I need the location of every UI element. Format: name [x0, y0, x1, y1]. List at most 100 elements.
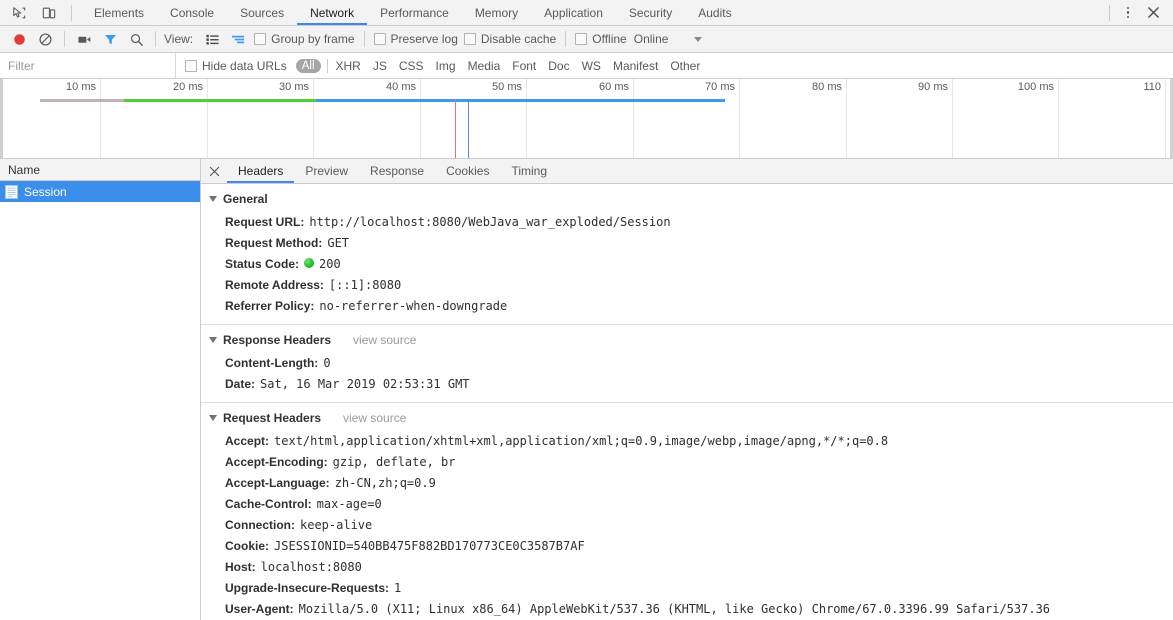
header-name: Request Method:	[225, 235, 323, 250]
overview-left-handle[interactable]	[0, 79, 3, 158]
section-header[interactable]: Request Headers view source	[201, 407, 1173, 430]
tab-memory[interactable]: Memory	[462, 0, 531, 25]
filter-type-other[interactable]: Other	[664, 59, 706, 73]
device-toolbar-icon[interactable]	[36, 1, 62, 25]
toolbar-divider-2	[155, 31, 156, 47]
filter-icon[interactable]	[97, 27, 123, 51]
tab-audits[interactable]: Audits	[685, 0, 744, 25]
record-icon[interactable]	[6, 27, 32, 51]
header-row: Request Method: GET	[201, 232, 1173, 253]
filter-type-img[interactable]: Img	[430, 59, 462, 73]
header-row: Accept-Encoding: gzip, deflate, br	[201, 451, 1173, 472]
disable-cache-box	[463, 33, 476, 45]
close-icon[interactable]	[201, 159, 227, 183]
devtools-window: Elements Console Sources Network Perform…	[0, 0, 1173, 620]
overview-gridlines: 10 ms 20 ms 30 ms 40 ms 50 ms 60 ms 70 ms 80 ms…	[0, 79, 1173, 158]
tab-preview[interactable]: Preview	[294, 159, 359, 183]
header-row: Date: Sat, 16 Mar 2019 02:53:31 GMT	[201, 373, 1173, 394]
throttling-select[interactable]: Online	[630, 32, 703, 46]
cursor-select-icon[interactable]	[6, 1, 32, 25]
close-icon[interactable]	[1141, 1, 1165, 25]
header-row: Cookie: JSESSIONID=540BB475F882BD170773CE…	[201, 535, 1173, 556]
list-view-icon[interactable]	[199, 27, 225, 51]
header-value: 200	[319, 256, 341, 271]
filter-type-all[interactable]: All	[295, 58, 321, 73]
view-source-link[interactable]: view source	[343, 411, 406, 425]
header-value: JSESSIONID=540BB475F882BD170773CE0C3587B…	[274, 538, 585, 553]
tab-cookies[interactable]: Cookies	[435, 159, 500, 183]
overview-gridline	[420, 79, 421, 158]
tab-application-label: Application	[544, 5, 603, 20]
hide-data-urls-checkbox[interactable]: Hide data URLs	[182, 59, 290, 73]
header-value: max-age=0	[316, 496, 382, 511]
filter-type-js[interactable]: JS	[367, 59, 393, 73]
disable-cache-checkbox[interactable]: Disable cache	[461, 32, 559, 46]
header-row: Status Code: 200	[201, 253, 1173, 274]
clear-icon[interactable]	[32, 27, 58, 51]
kebab-menu-icon[interactable]	[1117, 1, 1139, 25]
column-header-name: Name	[8, 162, 41, 177]
tab-network[interactable]: Network	[297, 0, 368, 25]
section-header[interactable]: General	[201, 188, 1173, 211]
overview-gridline	[1165, 79, 1166, 158]
tab-console[interactable]: Console	[157, 0, 227, 25]
overview-event-load	[468, 99, 470, 158]
tab-security[interactable]: Security	[616, 0, 685, 25]
camera-icon[interactable]	[71, 27, 97, 51]
filter-bar: Hide data URLs All XHR JS CSS Img Media …	[0, 53, 1173, 79]
tab-memory-label: Memory	[474, 5, 519, 20]
section-title: General	[209, 192, 268, 206]
header-row: User-Agent: Mozilla/5.0 (X11; Linux x86_6…	[201, 598, 1173, 619]
preserve-log-checkbox[interactable]: Preserve log	[371, 32, 461, 46]
filter-type-font[interactable]: Font	[506, 59, 542, 73]
request-list-header[interactable]: Name	[0, 159, 200, 181]
tab-sources[interactable]: Sources	[227, 0, 297, 25]
filter-input[interactable]	[0, 53, 176, 78]
offline-box	[575, 33, 588, 45]
filter-type-ws[interactable]: WS	[576, 59, 607, 73]
tab-headers[interactable]: Headers	[227, 159, 295, 183]
header-row: Connection: keep-alive	[201, 514, 1173, 535]
offline-checkbox[interactable]: Offline	[572, 32, 629, 46]
overview-gridline	[526, 79, 527, 158]
header-value: Sat, 16 Mar 2019 02:53:31 GMT	[260, 376, 470, 391]
network-overview-timeline[interactable]: 10 ms 20 ms 30 ms 40 ms 50 ms 60 ms 70 ms 80 ms…	[0, 79, 1173, 159]
table-row[interactable]: Session	[0, 181, 200, 202]
filter-type-manifest[interactable]: Manifest	[607, 59, 664, 73]
header-value: GET	[327, 235, 350, 250]
waterfall-view-icon[interactable]	[225, 27, 251, 51]
section-title: Response Headers	[209, 333, 331, 347]
filter-type-media[interactable]: Media	[462, 59, 507, 73]
header-value: localhost:8080	[260, 559, 362, 574]
header-value: zh-CN,zh;q=0.9	[334, 475, 436, 490]
filter-type-css[interactable]: CSS	[393, 59, 430, 73]
overview-bar-waiting	[124, 99, 316, 102]
section-title: Request Headers	[209, 411, 321, 425]
tab-response[interactable]: Response	[359, 159, 435, 183]
overview-gridline	[207, 79, 208, 158]
tab-timing[interactable]: Timing	[500, 159, 558, 183]
view-source-link[interactable]: view source	[353, 333, 416, 347]
filter-type-doc[interactable]: Doc	[542, 59, 575, 73]
header-name: Host:	[225, 559, 256, 574]
network-toolbar: View: Group by frame Preserve log Disabl…	[0, 26, 1173, 53]
preserve-log-box	[373, 33, 386, 45]
overview-gridline	[739, 79, 740, 158]
overview-tick-label: 20 ms	[173, 81, 203, 93]
tab-application[interactable]: Application	[531, 0, 616, 25]
triangle-down-icon	[209, 337, 217, 343]
header-value: gzip, deflate, br	[332, 454, 456, 469]
header-name: Date:	[225, 376, 256, 391]
filter-type-xhr[interactable]: XHR	[330, 59, 367, 73]
search-icon[interactable]	[123, 27, 149, 51]
header-name: Accept:	[225, 433, 270, 448]
group-by-frame-checkbox[interactable]: Group by frame	[251, 32, 357, 46]
header-name: Status Code:	[225, 256, 300, 271]
tab-performance[interactable]: Performance	[367, 0, 462, 25]
tab-elements[interactable]: Elements	[81, 0, 157, 25]
overview-bar-downloading	[315, 99, 725, 102]
headers-content: General Request URL: http://localhost:8080…	[201, 184, 1173, 620]
hide-data-urls-label: Hide data URLs	[202, 58, 287, 73]
header-value: [::1]:8080	[328, 277, 402, 292]
section-header[interactable]: Response Headers view source	[201, 329, 1173, 352]
